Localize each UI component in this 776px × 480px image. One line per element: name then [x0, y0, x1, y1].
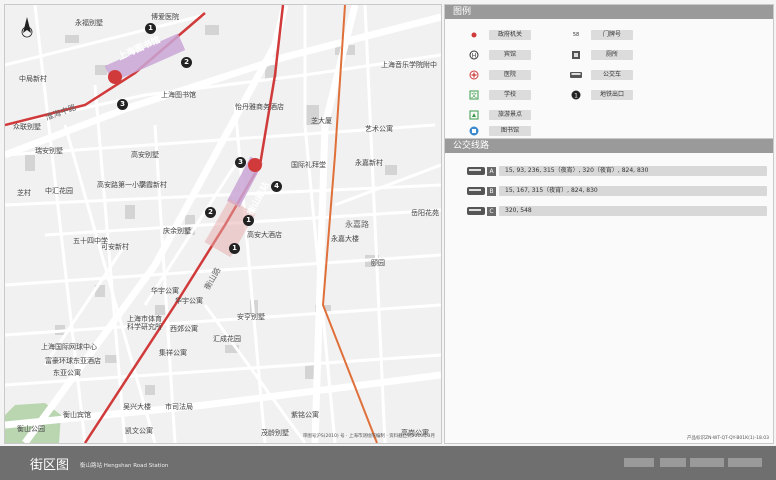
- label-library: 上海图书馆: [161, 91, 196, 99]
- toilet-icon: [569, 49, 583, 61]
- label-yueyang: 岳阳花苑: [411, 209, 439, 217]
- blurred-text: [660, 458, 686, 467]
- footer-station: 衡山路站 Hengshan Road Station: [80, 463, 169, 469]
- label-wenzhai: 瑞安别墅: [35, 147, 63, 155]
- label-huamei: 华宇公寓: [151, 287, 179, 295]
- label-sports: 上海市体育科学研究所: [127, 315, 162, 331]
- blurred-text: [690, 458, 724, 467]
- label-zhida: 芝大厦: [311, 117, 332, 125]
- label-gaoan: 高安别墅: [131, 151, 159, 159]
- label-ziming: 紫铭公寓: [291, 411, 319, 419]
- label-wuxing: 吴兴大楼: [123, 403, 151, 411]
- route-text-c: 320, 548: [499, 206, 767, 216]
- metro-exit-icon: 1: [569, 89, 583, 101]
- route-text-b: 15, 167, 315（夜宵）, 824, 830: [499, 186, 767, 196]
- label-yisheng: 怡丹雅商务酒店: [235, 103, 284, 111]
- label-conservatory: 上海音乐学院附中: [381, 61, 437, 69]
- footer-title: 街区图: [30, 458, 70, 473]
- label-dongya: 东亚公寓: [53, 369, 81, 377]
- label-church: 国际礼拜堂: [291, 161, 326, 169]
- label-gaoan-hotel: 高安大酒店: [247, 231, 282, 239]
- bus-icon: [467, 207, 485, 215]
- route-row-b[interactable]: B 15, 167, 315（夜宵）, 824, 830: [467, 185, 767, 197]
- label-huicheng: 汇成花园: [213, 335, 241, 343]
- route-badge-b: B: [487, 186, 496, 196]
- street-map[interactable]: 上海图书馆 衡山路站 淮海中路 衡山路 永嘉路 永福别墅 博爱医院 中局新村 上…: [4, 4, 442, 444]
- bus-icon: [467, 187, 485, 195]
- metro-exit-1b[interactable]: 1: [243, 215, 254, 226]
- legend-item-hotel: H 宾馆: [467, 49, 531, 61]
- label-hengshan-hotel: 衡山宾馆: [63, 411, 91, 419]
- label-yishu: 艺术公寓: [365, 125, 393, 133]
- metro-exit-4[interactable]: 4: [271, 181, 282, 192]
- route-row-c[interactable]: C 320, 548: [467, 205, 767, 217]
- metro-exit-3b[interactable]: 3: [235, 157, 246, 168]
- route-text-a: 15, 93, 236, 315（夜宵）, 320（夜宵）, 824, 830: [499, 166, 767, 176]
- footer-bar: 街区图 衡山路站 Hengshan Road Station: [0, 446, 776, 480]
- label-hengshan-park: 衡山公园: [17, 425, 45, 433]
- house-number-icon: 58: [572, 32, 580, 38]
- label-xijie: 西郊公寓: [170, 325, 198, 333]
- legend-item-library: 图书馆: [467, 125, 531, 137]
- svg-text:H: H: [472, 53, 477, 60]
- library-icon: [467, 125, 481, 137]
- metro-exit-2b[interactable]: 2: [205, 207, 216, 218]
- school-icon: 文: [467, 89, 481, 101]
- bus-icon: [569, 69, 583, 81]
- routes-title: 公交线路: [445, 139, 773, 153]
- route-row-a[interactable]: A 15, 93, 236, 315（夜宵）, 320（夜宵）, 824, 83…: [467, 165, 767, 177]
- bus-icon: [467, 167, 485, 175]
- metro-exit-3[interactable]: 3: [117, 99, 128, 110]
- label-intl-tennis: 上海国际网球中心: [41, 343, 97, 351]
- hotel-icon: H: [467, 49, 481, 61]
- routes-footnote: 产品标识ZN-WT-QT-QY-B01K(1)-18.03: [687, 436, 769, 441]
- label-qingyu: 庆余别墅: [163, 227, 191, 235]
- road-label-yongjia: 永嘉路: [345, 220, 369, 229]
- legend-item-tourism: 旅游景点: [467, 109, 531, 121]
- svg-text:文: 文: [471, 92, 477, 100]
- label-yongfu: 永福别墅: [75, 19, 103, 27]
- gov-icon: [467, 29, 481, 41]
- metro-exit-2[interactable]: 2: [181, 57, 192, 68]
- label-yiyuan: 颐园: [371, 259, 385, 267]
- legend-item-metro-exit: 1 地铁出口: [569, 89, 633, 101]
- legend-item-gov: 政府机关: [467, 29, 531, 41]
- label-yongjia: 永嘉大楼: [331, 235, 359, 243]
- label-maoling: 茂龄别墅: [261, 429, 289, 437]
- legend-item-house-number: 58 门牌号: [569, 29, 633, 41]
- label-zhonghui: 中汇花园: [45, 187, 73, 195]
- label-zhongjing: 众联别墅: [13, 123, 41, 131]
- metro-exit-1[interactable]: 1: [145, 23, 156, 34]
- legend-title: 图例: [445, 5, 773, 19]
- label-huailong: 华宇公寓: [175, 297, 203, 305]
- label-yongjia-xc: 永嘉新村: [355, 159, 383, 167]
- legend-item-school: 文 学校: [467, 89, 531, 101]
- label-gaoxiao: 高霞新村: [139, 181, 167, 189]
- legend-item-toilet: 厕所: [569, 49, 633, 61]
- map-footnote: 审图号沪S(2010) 号 · 上海市测绘院编制 · 资料截止到2010年3月: [302, 434, 435, 439]
- hospital-icon: [467, 69, 481, 81]
- label-zhiyun: 芝村: [17, 189, 31, 197]
- label-zhongshan: 中局新村: [19, 75, 47, 83]
- label-bogai: 博爱医院: [151, 13, 179, 21]
- label-court: 市司法局: [165, 403, 193, 411]
- label-fuhao: 富豪环球东亚酒店: [45, 357, 101, 365]
- label-kean: 可安新村: [101, 243, 129, 251]
- route-badge-c: C: [487, 206, 496, 216]
- label-anheng: 安亨别墅: [237, 313, 265, 321]
- tourism-icon: [467, 109, 481, 121]
- legend-item-hospital: 医院: [467, 69, 531, 81]
- metro-exit-1c[interactable]: 1: [229, 243, 240, 254]
- legend-panel: 图例 政府机关 58 门牌号 H 宾馆 厕所 医院 公交车 文 学校 1 地铁出…: [444, 4, 774, 142]
- route-badge-a: A: [487, 166, 496, 176]
- map-canvas: [5, 5, 441, 443]
- legend-item-bus: 公交车: [569, 69, 633, 81]
- blurred-text: [624, 458, 654, 467]
- blurred-text: [728, 458, 762, 467]
- label-jixiang: 集祥公寓: [159, 349, 187, 357]
- label-kaiwen: 凯文公寓: [125, 427, 153, 435]
- svg-text:1: 1: [574, 93, 578, 100]
- bus-routes-panel: 公交线路 A 15, 93, 236, 315（夜宵）, 320（夜宵）, 82…: [444, 138, 774, 444]
